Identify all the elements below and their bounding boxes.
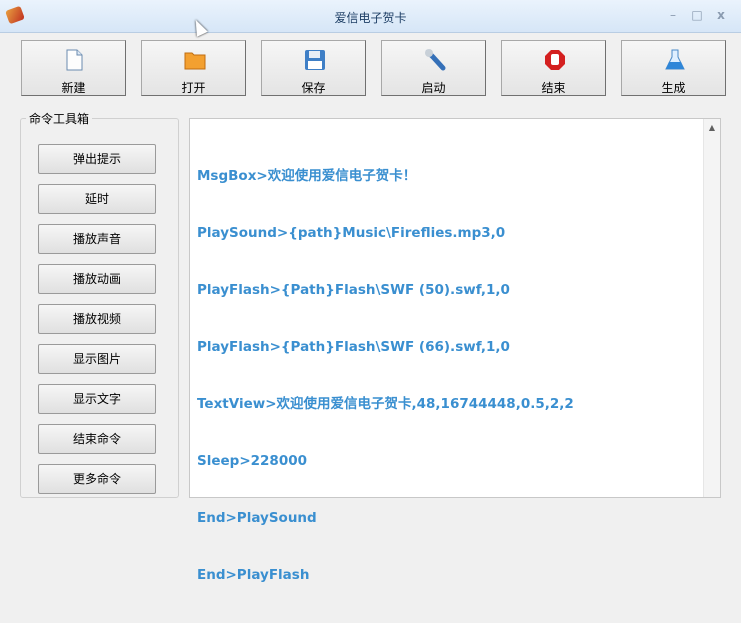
script-lines: MsgBox>欢迎使用爱信电子贺卡！ PlaySound>{path}Music… xyxy=(197,129,574,623)
cmd-show-text-button[interactable]: 显示文字 xyxy=(38,384,156,414)
open-button[interactable]: 打开 xyxy=(141,40,246,96)
save-icon xyxy=(304,49,325,71)
start-label: 启动 xyxy=(421,81,446,95)
script-line: MsgBox>欢迎使用爱信电子贺卡！ xyxy=(197,168,417,184)
build-label: 生成 xyxy=(661,81,686,95)
wrench-icon xyxy=(424,49,446,71)
script-line: End>PlaySound xyxy=(197,510,317,526)
cmd-delay-button[interactable]: 延时 xyxy=(38,184,156,214)
flask-icon xyxy=(664,49,685,71)
new-button[interactable]: 新建 xyxy=(21,40,126,96)
open-label: 打开 xyxy=(181,81,206,95)
window-title: 爱信电子贺卡 xyxy=(334,11,407,25)
script-line: Sleep>228000 xyxy=(197,453,307,469)
vertical-scrollbar[interactable]: ▲ xyxy=(703,119,720,497)
close-button[interactable]: x xyxy=(713,8,729,22)
stop-hand-icon xyxy=(544,49,565,71)
start-button[interactable]: 启动 xyxy=(381,40,486,96)
cmd-end-button[interactable]: 结束命令 xyxy=(38,424,156,454)
build-button[interactable]: 生成 xyxy=(621,40,726,96)
maximize-button[interactable]: □ xyxy=(689,8,705,22)
stop-label: 结束 xyxy=(541,81,566,95)
folder-icon xyxy=(184,49,206,71)
script-line: PlaySound>{path}Music\Fireflies.mp3,0 xyxy=(197,225,506,241)
new-label: 新建 xyxy=(61,81,86,95)
cmd-more-button[interactable]: 更多命令 xyxy=(38,464,156,494)
save-label: 保存 xyxy=(301,81,326,95)
minimize-button[interactable]: – xyxy=(665,8,681,22)
scroll-up-arrow-icon[interactable]: ▲ xyxy=(704,123,720,132)
title-bar: 爱信电子贺卡 – □ x xyxy=(0,0,741,33)
script-line: PlayFlash>{Path}Flash\SWF (50).swf,1,0 xyxy=(197,282,510,298)
script-line: TextView>欢迎使用爱信电子贺卡,48,16744448,0.5,2,2 xyxy=(197,396,574,412)
stop-button[interactable]: 结束 xyxy=(501,40,606,96)
toolbox-title: 命令工具箱 xyxy=(26,110,93,127)
script-editor[interactable]: MsgBox>欢迎使用爱信电子贺卡！ PlaySound>{path}Music… xyxy=(189,118,721,583)
cmd-play-video-button[interactable]: 播放视频 xyxy=(38,304,156,334)
script-line: End>PlayFlash xyxy=(197,567,310,583)
script-line: PlayFlash>{Path}Flash\SWF (66).swf,1,0 xyxy=(197,339,510,355)
save-button[interactable]: 保存 xyxy=(261,40,366,96)
cmd-show-image-button[interactable]: 显示图片 xyxy=(38,344,156,374)
cmd-play-flash-button[interactable]: 播放动画 xyxy=(38,264,156,294)
cmd-msgbox-button[interactable]: 弹出提示 xyxy=(38,144,156,174)
new-file-icon xyxy=(64,49,84,71)
cmd-play-sound-button[interactable]: 播放声音 xyxy=(38,224,156,254)
